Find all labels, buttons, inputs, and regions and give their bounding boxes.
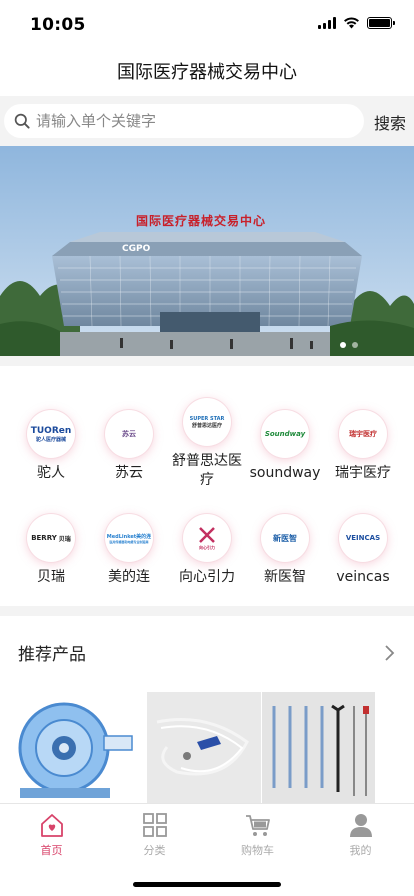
brand-name: 向心引力 [179,569,235,585]
product-image[interactable] [10,692,136,804]
brand-name: 苏云 [115,465,143,481]
carousel-dot[interactable] [352,342,358,348]
tab-label: 分类 [143,844,166,857]
status-icons [318,17,395,29]
status-bar: 10:05 [0,0,414,50]
brand-item[interactable]: 向心引力 向心引力 [166,514,248,587]
product-image[interactable] [147,692,261,804]
tab-bar: 首页 分类 购物车 我的 [0,803,414,896]
brand-logo-text: Soundway [264,430,306,438]
brand-logo-text: 苏云 [122,430,136,438]
banner-image [0,146,414,356]
brand-logo-text: TUORen [30,425,72,436]
brand-item[interactable]: 新医智 新医智 [244,514,326,587]
brand-logo-text: 瑞宇医疗 [349,430,377,438]
brand-logo-medlinket: MedLinket美的连 医用传感器和电缆专业制造商 [105,514,153,562]
brand-logo-sub: 贝瑞 [58,535,71,543]
battery-icon [367,17,395,29]
brand-logo-text: BERRY [31,534,57,542]
brand-item[interactable]: SUPER STAR 舒普思达医疗 舒普思达医疗 [166,398,248,490]
page-title: 国际医疗器械交易中心 [117,62,297,83]
brand-name: 驼人 [37,465,65,481]
brand-item[interactable]: MedLinket美的连 医用传感器和电缆专业制造商 美的连 [88,514,170,587]
recommend-header[interactable]: 推荐产品 [18,640,396,665]
recommend-title: 推荐产品 [18,645,86,665]
home-icon [40,814,63,837]
brand-item[interactable]: TUORen 驼人医疗器械 驼人 [10,410,92,483]
building-logo: CGPO [122,244,151,254]
brand-item[interactable]: 苏云 苏云 [88,410,170,483]
brand-item[interactable]: BERRY 贝瑞 贝瑞 [10,514,92,587]
brand-logo-xiangxin: 向心引力 [183,514,231,562]
brand-logo-veincas: VEINCAS [339,514,387,562]
user-icon [349,814,372,837]
search-input[interactable] [36,112,336,130]
brand-name: 瑞宇医疗 [335,465,391,481]
search-icon [14,113,30,129]
banner-carousel[interactable]: 国际医疗器械交易中心 CGPO [0,146,414,356]
brand-logo-xinyizhi: 新医智 [261,514,309,562]
tab-category[interactable]: 分类 [103,812,206,858]
status-time: 10:05 [30,15,86,35]
chevron-right-icon[interactable] [384,644,396,662]
tab-home[interactable]: 首页 [0,812,103,858]
cart-icon [245,815,270,836]
carousel-indicator [340,342,358,348]
brand-logo-berry: BERRY 贝瑞 [27,514,75,562]
product-image[interactable] [262,692,375,804]
brand-logo-text: MedLinket美的连 [106,533,152,540]
brand-name: veincas [336,569,390,585]
section-divider [0,606,414,616]
tab-label: 购物车 [241,844,274,857]
brand-item[interactable]: 瑞宇医疗 瑞宇医疗 [322,410,404,483]
brand-logo-sub: 驼人医疗器械 [35,436,66,443]
brand-logo-sub: 舒普思达医疗 [191,422,222,429]
brand-name: 美的连 [108,569,150,585]
brand-name: soundway [249,465,321,481]
brand-item[interactable]: VEINCAS veincas [322,514,404,587]
brand-item[interactable]: Soundway soundway [244,410,326,483]
grid-icon [142,813,167,837]
brand-name: 舒普思达医疗 [172,453,242,488]
search-box[interactable] [4,104,364,138]
banner-sign-text: 国际医疗器械交易中心 [136,214,267,228]
brand-name: 新医智 [264,569,306,585]
brand-logo-text: VEINCAS [345,534,381,542]
tab-label: 我的 [349,844,372,857]
tab-label: 首页 [40,844,63,857]
carousel-dot[interactable] [340,342,346,348]
xiangxin-mark-icon [199,527,215,543]
brand-logo-superstar: SUPER STAR 舒普思达医疗 [183,398,231,446]
brand-logo-ruiyu: 瑞宇医疗 [339,410,387,458]
brand-logo-text: 向心引力 [199,545,215,550]
brand-logo-text: 新医智 [273,533,297,543]
wifi-icon [344,17,359,29]
product-list [0,692,414,804]
tab-cart[interactable]: 购物车 [206,812,309,858]
signal-icon [318,17,336,29]
brand-name: 贝瑞 [37,569,65,585]
brand-logo-suyun: 苏云 [105,410,153,458]
home-indicator [133,882,281,887]
tab-mine[interactable]: 我的 [309,812,412,858]
brand-logo-sub: 医用传感器和电缆专业制造商 [109,539,149,544]
section-divider [0,356,414,366]
search-bar: 搜索 [0,96,414,146]
search-button[interactable]: 搜索 [374,110,406,134]
brand-logo-soundway: Soundway [261,410,309,458]
brand-logo-tuoren: TUORen 驼人医疗器械 [27,410,75,458]
